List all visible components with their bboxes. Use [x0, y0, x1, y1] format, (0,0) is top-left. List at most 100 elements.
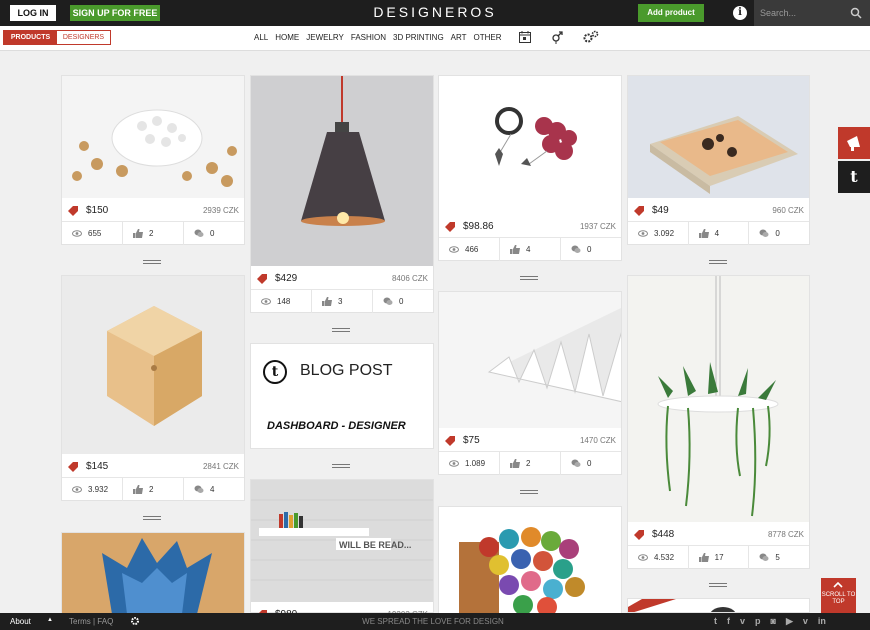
price-tag-icon [445, 222, 455, 232]
drag-handle[interactable] [332, 328, 350, 332]
settings-icon[interactable] [582, 30, 600, 44]
likes-stat[interactable]: 2 [500, 452, 561, 475]
stats-row: 148 3 0 [251, 289, 433, 313]
price-tag-icon [257, 274, 267, 284]
product-image[interactable] [439, 507, 621, 614]
search-input[interactable] [760, 4, 850, 22]
tumblr-icon: t [263, 360, 287, 384]
comments-stat[interactable]: 5 [749, 546, 809, 569]
drag-handle[interactable] [332, 464, 350, 468]
price-row: $150 2939 CZK [62, 199, 244, 221]
product-card[interactable]: $145 2841 CZK 3.932 2 4 [61, 275, 245, 501]
gender-icon[interactable] [550, 30, 564, 44]
product-card[interactable] [61, 532, 245, 614]
category-other[interactable]: OTHER [474, 33, 502, 42]
category-home[interactable]: HOME [275, 33, 299, 42]
likes-stat[interactable]: 3 [312, 290, 373, 313]
views-stat: 4.532 [628, 546, 689, 569]
likes-stat[interactable]: 2 [123, 478, 184, 501]
scroll-top-button[interactable]: SCROLL TO TOP [821, 578, 856, 613]
vimeo-icon[interactable]: v [803, 616, 808, 627]
site-logo[interactable]: DESIGNEROS [330, 4, 540, 20]
add-product-button[interactable]: Add product [638, 4, 704, 22]
drag-handle[interactable] [520, 490, 538, 494]
product-image[interactable] [439, 76, 621, 214]
drag-handle[interactable] [709, 260, 727, 264]
drag-handle[interactable] [143, 260, 161, 264]
tumblr-icon[interactable]: t [838, 161, 870, 193]
comments-stat[interactable]: 0 [184, 222, 244, 245]
comments-stat[interactable]: 0 [749, 222, 809, 245]
signup-button[interactable]: SIGN UP FOR FREE [70, 5, 160, 21]
youtube-icon[interactable]: ▶ [786, 616, 793, 627]
blog-subtitle[interactable]: DASHBOARD - DESIGNER [267, 420, 406, 432]
comments-stat[interactable]: 0 [373, 290, 433, 313]
category-art[interactable]: ART [451, 33, 467, 42]
products-tab[interactable]: PRODUCTS [4, 31, 57, 44]
login-button[interactable]: LOG IN [10, 5, 56, 21]
drag-handle[interactable] [143, 516, 161, 520]
product-image[interactable] [628, 276, 809, 522]
thumbs-up-icon [133, 229, 143, 238]
facebook-icon[interactable]: f [727, 616, 730, 627]
info-icon[interactable]: i [733, 6, 747, 20]
product-card[interactable]: $448 8778 CZK 4.532 17 5 [627, 275, 810, 569]
product-card[interactable] [627, 598, 810, 613]
product-card[interactable]: $98.86 1937 CZK 466 4 0 [438, 75, 622, 261]
product-card[interactable]: $150 2939 CZK 655 2 0 [61, 75, 245, 245]
views-count: 3.092 [654, 229, 675, 238]
blog-post-card[interactable]: t BLOG POST DASHBOARD - DESIGNER [250, 343, 434, 449]
likes-stat[interactable]: 2 [123, 222, 184, 245]
comments-count: 5 [775, 553, 780, 562]
product-card[interactable] [438, 506, 622, 614]
product-image[interactable] [439, 292, 621, 428]
product-image[interactable]: WILL BE READ... [251, 480, 433, 602]
comments-count: 0 [587, 459, 592, 468]
product-image[interactable] [62, 76, 244, 198]
vk-icon[interactable]: v [740, 616, 745, 627]
category-fashion[interactable]: FASHION [351, 33, 386, 42]
product-image[interactable] [62, 276, 244, 454]
product-image[interactable] [62, 533, 244, 614]
drag-handle[interactable] [709, 583, 727, 587]
comments-stat[interactable]: 0 [561, 452, 621, 475]
comments-stat[interactable]: 0 [561, 238, 621, 261]
linkedin-icon[interactable]: in [818, 616, 826, 627]
likes-stat[interactable]: 4 [500, 238, 561, 261]
drag-handle[interactable] [520, 276, 538, 280]
views-stat: 466 [439, 238, 500, 261]
tumblr-icon[interactable]: t [714, 616, 717, 627]
pinterest-icon[interactable]: p [755, 616, 761, 627]
instagram-icon[interactable]: ◙ [771, 616, 776, 627]
designers-tab[interactable]: DESIGNERS [57, 31, 110, 44]
product-card[interactable]: $429 8406 CZK 148 3 0 [250, 75, 434, 313]
price: $49 [652, 205, 669, 216]
likes-stat[interactable]: 4 [689, 222, 750, 245]
product-ribbon-icon [628, 599, 736, 612]
product-card[interactable]: $49 960 CZK 3.092 4 0 [627, 75, 810, 245]
category-all[interactable]: ALL [254, 33, 268, 42]
thumbs-up-icon [510, 459, 520, 468]
views-count: 1.089 [465, 459, 486, 468]
price-tag-icon [68, 206, 78, 216]
eye-icon [72, 486, 82, 493]
likes-count: 2 [149, 229, 154, 238]
product-card[interactable]: $75 1470 CZK 1.089 2 0 [438, 291, 622, 475]
calendar-icon[interactable] [518, 30, 532, 44]
likes-count: 4 [526, 245, 531, 254]
thumbs-up-icon [698, 553, 709, 562]
comments-stat[interactable]: 4 [184, 478, 244, 501]
stats-row: 3.092 4 0 [628, 221, 809, 245]
product-image[interactable] [251, 76, 433, 266]
thumbs-up-icon [322, 297, 332, 306]
comments-count: 0 [210, 229, 215, 238]
likes-stat[interactable]: 17 [689, 546, 750, 569]
product-card[interactable]: WILL BE READ... $980 19202 CZK [250, 479, 434, 620]
eye-icon [261, 298, 271, 305]
announce-button[interactable] [838, 127, 870, 159]
category-jewelry[interactable]: JEWELRY [306, 33, 344, 42]
thumbs-up-icon [510, 245, 520, 254]
product-image[interactable] [628, 76, 809, 198]
category-3d-printing[interactable]: 3D PRINTING [393, 33, 444, 42]
search-icon[interactable] [850, 7, 862, 19]
